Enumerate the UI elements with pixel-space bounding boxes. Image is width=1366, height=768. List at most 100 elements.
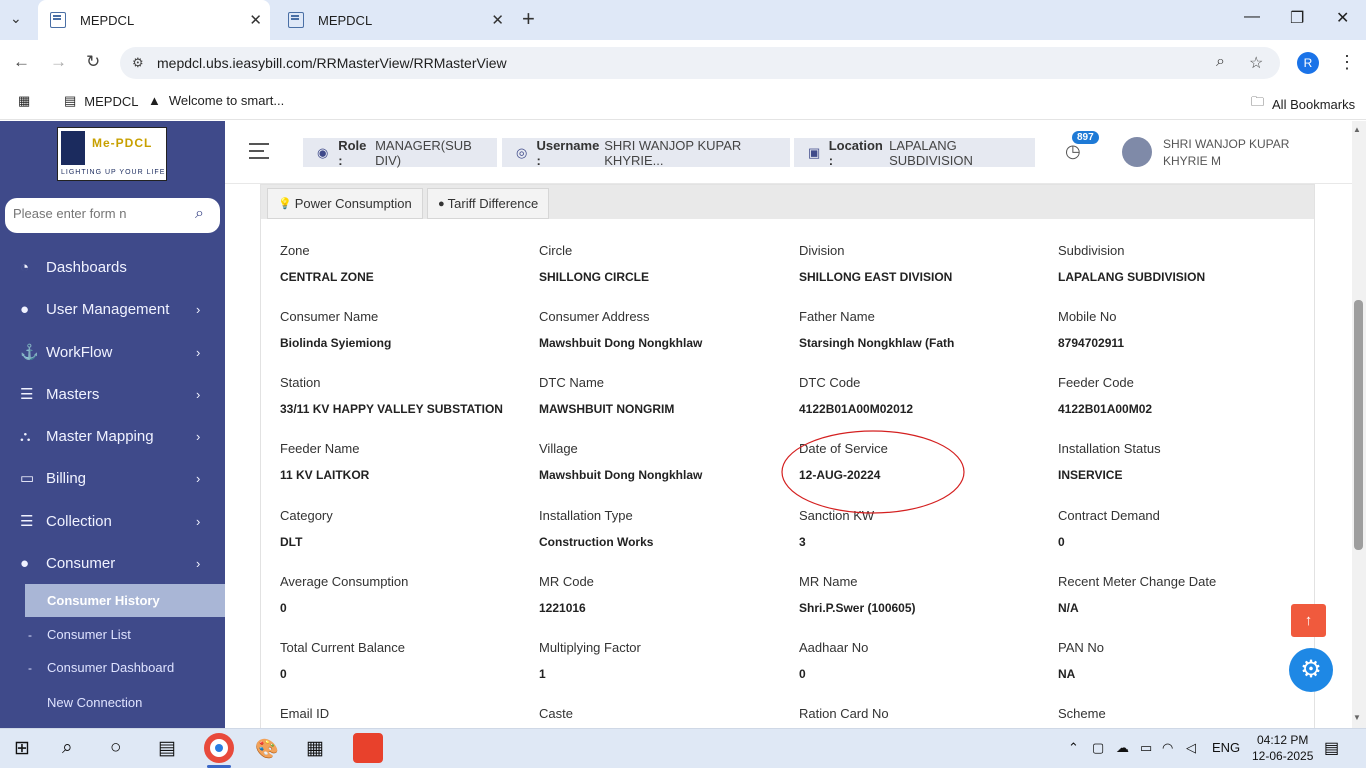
system-clock[interactable]: 04:12 PM 12-06-2025 [1252, 732, 1313, 764]
field-total-current-balance: Total Current Balance 0 [280, 640, 530, 681]
tab-tariff-difference[interactable]: ● Tariff Difference [427, 188, 550, 219]
field-label: Circle [539, 243, 573, 258]
restore-icon[interactable]: ❐ [1290, 8, 1304, 28]
form-search-input[interactable] [13, 206, 188, 221]
meet-icon[interactable]: ▢ [1092, 740, 1104, 756]
bookmark-mepdcl[interactable]: ▤ MEPDCL [64, 93, 138, 109]
browser-tab-inactive[interactable]: MEPDCL ✕ [276, 0, 512, 40]
field-label: MR Name [799, 574, 858, 589]
field-recent-meter-change-date: Recent Meter Change Date N/A [1058, 574, 1308, 615]
sidebar-item-master-mapping[interactable]: ⛬ Master Mapping › [0, 416, 225, 456]
apps-grid-icon[interactable]: ▦ [18, 93, 30, 109]
cortana-circle-icon[interactable]: ○ [110, 737, 121, 759]
submenu-bullet: - [28, 660, 32, 675]
new-tab-icon[interactable]: + [522, 6, 535, 32]
building-icon: ▣ [808, 144, 821, 160]
field-label: Father Name [799, 309, 875, 324]
settings-gear-button[interactable]: ⚙ [1289, 648, 1333, 692]
scrollbar-thumb[interactable] [1354, 300, 1363, 550]
chrome-icon[interactable] [204, 733, 234, 763]
zoom-icon[interactable]: ⌕ [1216, 53, 1225, 71]
browser-menu-icon[interactable]: ⋮ [1338, 52, 1356, 73]
field-value: 4122B01A00M02 [1058, 402, 1153, 416]
list-icon: ☰ [20, 386, 34, 403]
hamburger-menu-icon[interactable] [249, 143, 269, 159]
history-clock-icon[interactable]: ◷ [1065, 141, 1081, 162]
submenu-consumer-history[interactable]: Consumer History [25, 584, 225, 617]
field-value: 0 [280, 667, 287, 681]
field-subdivision: Subdivision LAPALANG SUBDIVISION [1058, 243, 1308, 284]
field-label: Installation Type [539, 508, 633, 523]
anydesk-icon[interactable] [353, 733, 383, 763]
close-tab-icon[interactable]: ✕ [249, 11, 262, 29]
volume-icon[interactable]: ◁ [1186, 740, 1196, 756]
sidebar-item-billing[interactable]: ▭ Billing › [0, 458, 225, 498]
browser-tab-active[interactable]: MEPDCL ✕ [38, 0, 270, 40]
field-label: Recent Meter Change Date [1058, 574, 1217, 589]
main-content: ◉ Role : MANAGER(SUB DIV) ◎ Username : S… [225, 121, 1352, 734]
close-tab-icon[interactable]: ✕ [491, 11, 504, 29]
search-icon[interactable]: ⌕ [62, 737, 73, 759]
url-bar[interactable]: ⚙ mepdcl.ubs.ieasybill.com/RRMasterView/… [120, 47, 1280, 79]
bookmark-star-icon[interactable]: ☆ [1249, 53, 1263, 73]
angular-icon: ▲ [148, 93, 161, 108]
minimize-icon[interactable]: — [1244, 8, 1260, 26]
search-icon[interactable]: ⌕ [195, 205, 204, 223]
notification-center-icon[interactable]: ▤ [1324, 738, 1339, 758]
windows-start-icon[interactable]: ⊞ [14, 737, 30, 760]
forward-icon[interactable]: → [50, 52, 67, 72]
role-value: MANAGER(SUB DIV) [375, 137, 472, 168]
sidebar-item-label: Master Mapping [46, 427, 154, 445]
field-village: Village Mawshbuit Dong Nongkhlaw [539, 441, 789, 482]
url-text[interactable]: mepdcl.ubs.ieasybill.com/RRMasterView/RR… [157, 55, 507, 71]
field-label: Average Consumption [280, 574, 409, 589]
tray-expand-icon[interactable]: ⌃ [1068, 740, 1079, 756]
back-icon[interactable]: ← [13, 52, 30, 72]
cloud-icon[interactable]: ☁ [1116, 740, 1129, 756]
sidebar-item-user-management[interactable]: ● User Management › [0, 289, 225, 329]
logo-text: Me-PDCL [92, 136, 153, 150]
site-info-icon[interactable]: ⚙ [132, 55, 144, 71]
field-label: Consumer Address [539, 309, 650, 324]
reload-icon[interactable]: ↻ [86, 52, 100, 72]
field-consumer-address: Consumer Address Mawshbuit Dong Nongkhlaw [539, 309, 789, 350]
app-header: ◉ Role : MANAGER(SUB DIV) ◎ Username : S… [225, 121, 1352, 184]
field-dtc-code: DTC Code 4122B01A00M02012 [799, 375, 1049, 416]
user-display-name[interactable]: SHRI WANJOP KUPAR KHYRIE M [1163, 136, 1323, 170]
field-value: Mawshbuit Dong Nongkhlaw [539, 336, 703, 350]
wifi-icon[interactable]: ◠ [1162, 740, 1173, 756]
field-sanction-kw: Sanction KW 3 [799, 508, 1049, 549]
all-bookmarks[interactable]: 🗀 All Bookmarks [1251, 93, 1355, 115]
sidebar-item-collection[interactable]: ☰ Collection › [0, 501, 225, 541]
window-close-icon[interactable]: ✕ [1336, 8, 1349, 28]
language-indicator[interactable]: ENG [1212, 740, 1240, 755]
chevron-right-icon: › [196, 470, 201, 486]
tab-title: MEPDCL [318, 12, 373, 28]
tab-power-consumption[interactable]: 💡 Power Consumption [267, 188, 423, 219]
scroll-down-icon[interactable]: ▼ [1353, 713, 1361, 722]
logo-mark [61, 131, 85, 165]
sidebar-item-consumer[interactable]: ● Consumer › [0, 543, 225, 583]
sidebar-item-dashboards[interactable]: ◔ Dashboards [0, 247, 225, 287]
calculator-icon[interactable]: ▦ [306, 737, 324, 760]
field-value: INSERVICE [1058, 468, 1123, 482]
location-badge: ▣ Location : LAPALANG SUBDIVISION [794, 138, 1035, 168]
sidebar-item-workflow[interactable]: ⚓ WorkFlow › [0, 332, 225, 372]
paint-icon[interactable]: 🎨 [255, 737, 279, 761]
dashboard-icon: ◔ [20, 258, 30, 276]
chevron-right-icon: › [196, 428, 201, 444]
profile-avatar[interactable]: R [1297, 52, 1319, 74]
submenu-new-connection[interactable]: New Connection [25, 686, 225, 719]
bookmark-welcome[interactable]: ▲ Welcome to smart... [148, 93, 284, 108]
submenu-consumer-dashboard[interactable]: - Consumer Dashboard [25, 651, 225, 684]
task-view-icon[interactable]: ▤ [158, 737, 176, 760]
submenu-consumer-list[interactable]: - Consumer List [25, 618, 225, 651]
user-avatar[interactable] [1122, 137, 1152, 167]
mepdcl-logo[interactable]: Me-PDCL LIGHTING UP YOUR LIFE [57, 127, 167, 181]
field-value: N/A [1058, 601, 1079, 615]
sidebar-item-masters[interactable]: ☰ Masters › [0, 374, 225, 414]
tab-search-dropdown-icon[interactable]: ⌄ [10, 10, 22, 27]
display-icon[interactable]: ▭ [1140, 740, 1152, 756]
scroll-up-icon[interactable]: ▲ [1353, 125, 1361, 134]
scroll-to-top-button[interactable]: ↑ [1291, 604, 1326, 637]
